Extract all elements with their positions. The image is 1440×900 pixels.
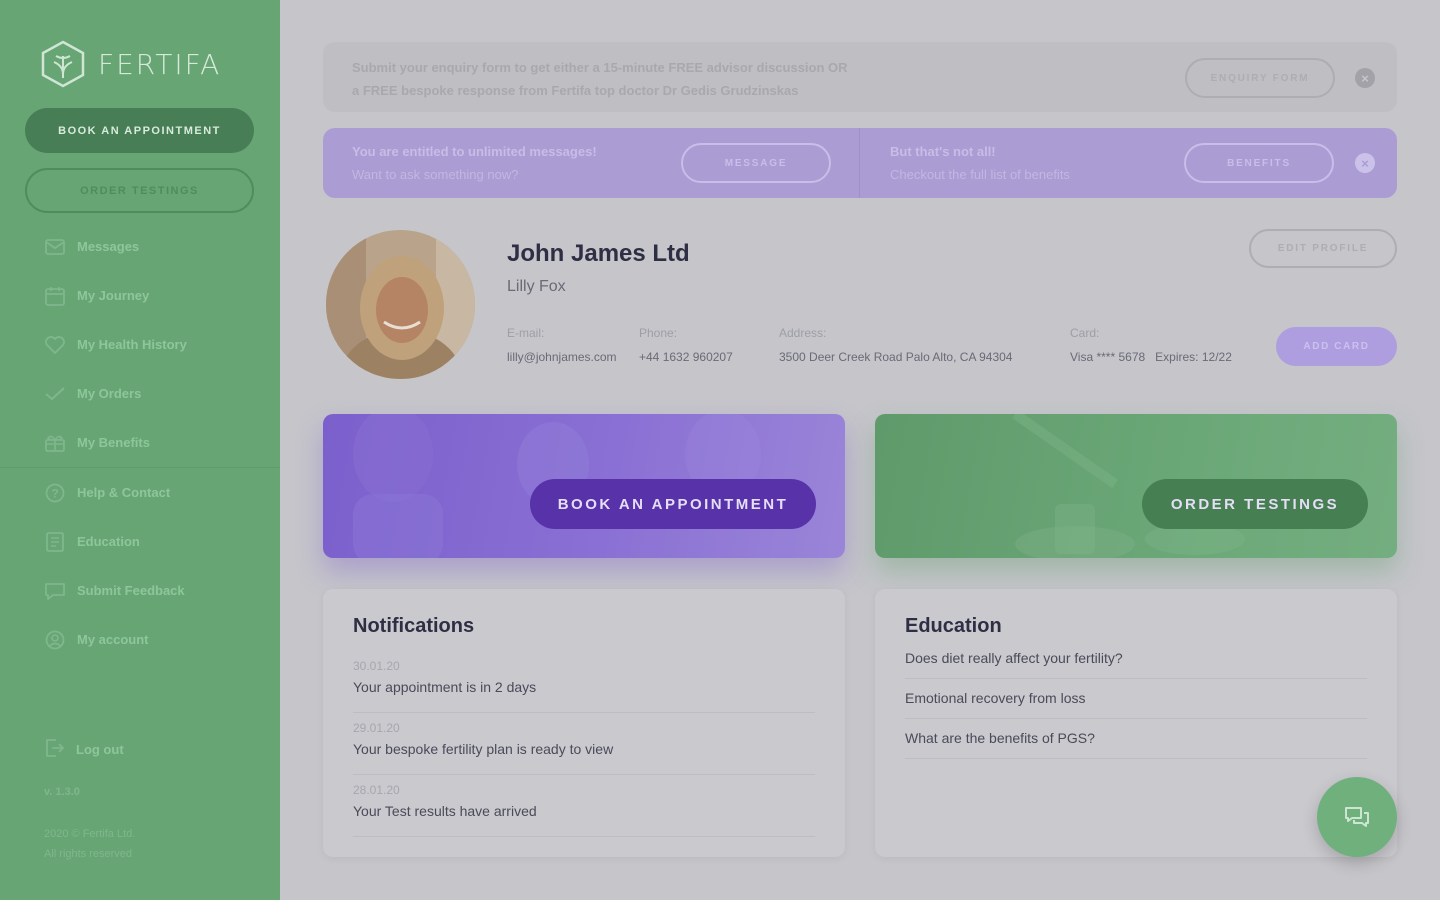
edit-profile-button[interactable]: EDIT PROFILE [1249,229,1397,268]
check-icon [44,383,65,404]
heart-icon [44,334,65,355]
notification-item[interactable]: 29.01.20 Your bespoke fertility plan is … [353,721,815,775]
help-icon: ? [44,482,65,503]
brand-logo[interactable]: FERTIFA [40,40,221,88]
sidebar-order-testings-button[interactable]: ORDER TESTINGS [25,168,254,213]
email-value: lilly@johnjames.com [507,350,617,364]
notifications-title: Notifications [353,615,475,637]
enquiry-line: Submit your enquiry form to get either a… [352,60,848,75]
app-version: v. 1.3.0 [44,786,80,798]
sidebar-item-submit-feedback[interactable]: Submit Feedback [0,566,280,615]
notification-text: Your appointment is in 2 days [353,679,537,695]
enquiry-line: a FREE bespoke response from Fertifa top… [352,83,799,98]
hero-order-testings-button[interactable]: ORDER TESTINGS [1142,479,1368,529]
promo-divider [859,128,860,198]
sidebar-item-label: My account [77,632,149,647]
sidebar-item-my-orders[interactable]: My Orders [0,369,280,418]
sidebar-item-education[interactable]: Education [0,517,280,566]
hero-book-appointment-button[interactable]: BOOK AN APPOINTMENT [530,479,816,529]
chat-bubble-icon [44,580,65,601]
book-appointment-card[interactable]: BOOK AN APPOINTMENT [323,414,845,558]
fertifa-logo-icon [41,40,85,88]
sidebar-item-my-journey[interactable]: My Journey [0,271,280,320]
calendar-icon [44,285,65,306]
promo-left-subtitle: Want to ask something now? [352,167,519,182]
order-testings-card[interactable]: ORDER TESTINGS [875,414,1397,558]
copyright-line: 2020 © Fertifa Ltd. [44,828,136,840]
sidebar-nav: Messages My Journey My Health History My… [0,222,280,664]
notification-date: 30.01.20 [353,659,400,673]
sidebar-item-messages[interactable]: Messages [0,222,280,271]
sidebar-item-help-contact[interactable]: ? Help & Contact [0,468,280,517]
sidebar-item-label: Messages [77,239,140,254]
promo-right-title: But that's not all! [890,144,996,159]
profile-person-name: Lilly Fox [507,278,566,295]
promo-left-title: You are entitled to unlimited messages! [352,144,597,159]
sidebar-item-label: Submit Feedback [77,583,185,598]
promo-right-subtitle: Checkout the full list of benefits [890,167,1070,182]
copyright: 2020 © Fertifa Ltd. All rights reserved [44,824,135,864]
logout-button[interactable]: Log out [44,738,124,761]
sidebar-item-label: My Orders [77,386,142,401]
card-value: Visa **** 5678 Expires: 12/22 [1070,350,1232,364]
enquiry-form-button[interactable]: ENQUIRY FORM [1185,58,1335,98]
sidebar-item-label: Education [77,534,140,549]
avatar [326,230,475,379]
logout-icon [44,738,65,761]
notifications-panel: Notifications 30.01.20 Your appointment … [323,589,845,857]
phone-label: Phone: [639,326,678,340]
education-title: Education [905,615,1002,637]
close-icon[interactable]: × [1355,153,1375,173]
email-label: E-mail: [507,326,545,340]
notification-item[interactable]: 30.01.20 Your appointment is in 2 days [353,659,815,713]
avatar-photo [326,230,475,379]
logout-label: Log out [76,742,124,757]
notification-text: Your bespoke fertility plan is ready to … [353,741,614,757]
chat-icon [1345,807,1369,827]
close-icon[interactable]: × [1355,68,1375,88]
sidebar-item-my-account[interactable]: My account [0,615,280,664]
message-button[interactable]: MESSAGE [681,143,831,183]
gift-icon [44,432,65,453]
sidebar-item-label: My Health History [77,337,187,352]
profile-company-name: John James Ltd [507,240,690,267]
notification-date: 29.01.20 [353,721,400,735]
notification-text: Your Test results have arrived [353,803,537,819]
add-card-button[interactable]: ADD CARD [1276,327,1397,366]
benefits-button[interactable]: BENEFITS [1184,143,1334,183]
copyright-line: All rights reserved [44,848,133,860]
sidebar-item-my-benefits[interactable]: My Benefits [0,418,280,467]
sidebar-item-label: Help & Contact [77,485,171,500]
education-article-link[interactable]: Emotional recovery from loss [905,690,1367,719]
address-value: 3500 Deer Creek Road Palo Alto, CA 94304 [779,350,1013,364]
mail-icon [44,236,65,257]
sidebar-book-appointment-button[interactable]: BOOK AN APPOINTMENT [25,108,254,153]
user-circle-icon [44,629,65,650]
sidebar-item-my-health-history[interactable]: My Health History [0,320,280,369]
chat-button[interactable] [1317,777,1397,857]
sidebar: FERTIFA BOOK AN APPOINTMENT ORDER TESTIN… [0,0,280,900]
sidebar-item-label: My Benefits [77,435,150,450]
book-icon [44,531,65,552]
education-article-link[interactable]: Does diet really affect your fertility? [905,650,1367,679]
enquiry-banner: Submit your enquiry form to get either a… [323,42,1397,112]
svg-text:?: ? [51,486,58,500]
notification-date: 28.01.20 [353,783,400,797]
notification-item[interactable]: 28.01.20 Your Test results have arrived [353,783,815,837]
brand-name: FERTIFA [98,47,222,81]
card-label: Card: [1070,326,1100,340]
promo-banner: You are entitled to unlimited messages! … [323,128,1397,198]
address-label: Address: [779,326,827,340]
phone-value: +44 1632 960207 [639,350,733,364]
enquiry-banner-text: Submit your enquiry form to get either a… [352,56,848,102]
education-article-link[interactable]: What are the benefits of PGS? [905,730,1367,759]
sidebar-item-label: My Journey [77,288,150,303]
